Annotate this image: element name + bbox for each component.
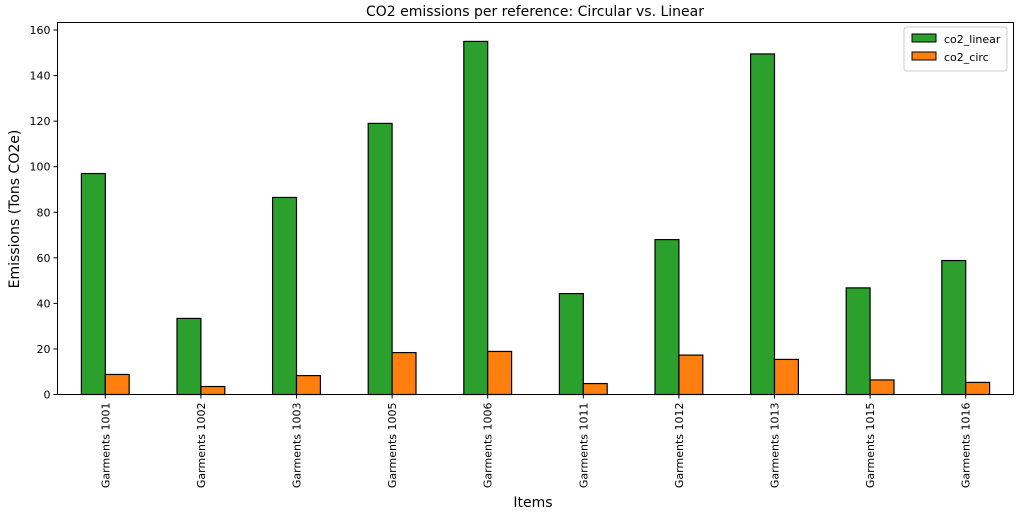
bar-co2_linear-2 xyxy=(272,196,298,396)
y-tick-label-1: 20 xyxy=(37,343,51,356)
bar-co2_circ-0 xyxy=(104,373,130,396)
chart-title: CO2 emissions per reference: Circular vs… xyxy=(366,4,704,20)
x-ticks-group: Garments 1001 Garments 1002 Garments 1003 G… xyxy=(99,394,973,489)
y-axis-label: Emissions (Tons CO2e) xyxy=(7,130,23,289)
x-tick-label-6: Garments 1012 xyxy=(673,403,686,489)
bar-co2_linear-6 xyxy=(654,238,680,396)
y-tick-label-2: 40 xyxy=(37,297,51,310)
bar-co2_linear-3 xyxy=(367,122,393,396)
x-tick-label-0: Garments 1001 xyxy=(99,403,112,489)
x-tick-label-3: Garments 1005 xyxy=(386,403,399,489)
legend-swatch-co2_linear xyxy=(911,33,937,43)
bar-co2_circ-3 xyxy=(391,351,417,396)
bar-co2_linear-4 xyxy=(463,40,489,396)
legend-label-co2_linear: co2_linear xyxy=(944,33,1001,46)
bars-group xyxy=(80,40,991,396)
x-tick-label-2: Garments 1003 xyxy=(291,403,304,489)
x-tick-label-8: Garments 1015 xyxy=(864,403,877,489)
y-tick-label-3: 60 xyxy=(37,252,51,265)
bar-co2_linear-8 xyxy=(845,287,871,396)
bar-co2_circ-8 xyxy=(869,379,895,396)
bar-co2_circ-9 xyxy=(965,381,991,396)
x-tick-label-5: Garments 1011 xyxy=(577,403,590,489)
bar-co2_linear-5 xyxy=(558,292,584,396)
bar-co2_circ-6 xyxy=(678,354,704,396)
y-tick-label-5: 100 xyxy=(30,161,51,174)
bar-co2_linear-7 xyxy=(749,53,776,396)
y-tick-label-0: 0 xyxy=(44,389,51,402)
y-ticks-group: 0 20 40 60 80 100 120 140 160 xyxy=(30,24,58,402)
x-tick-label-9: Garments 1016 xyxy=(960,403,973,489)
y-tick-label-8: 160 xyxy=(30,24,51,37)
bar-co2_linear-9 xyxy=(941,259,967,396)
x-tick-label-7: Garments 1013 xyxy=(769,403,782,489)
y-tick-label-6: 120 xyxy=(30,115,51,128)
y-tick-label-7: 140 xyxy=(30,70,51,83)
y-tick-label-4: 80 xyxy=(37,206,51,219)
legend: co2_linear co2_circ xyxy=(903,26,1008,72)
chart: CO2 emissions per reference: Circular vs… xyxy=(7,4,1014,511)
bar-co2_circ-4 xyxy=(487,350,513,396)
bar-co2_linear-0 xyxy=(80,172,106,396)
x-tick-label-4: Garments 1006 xyxy=(482,403,495,489)
bar-co2_circ-7 xyxy=(773,358,799,396)
bar-co2_linear-1 xyxy=(176,317,202,396)
legend-swatch-co2_circ xyxy=(911,51,937,61)
bar-co2_circ-1 xyxy=(200,385,226,396)
bar-co2_circ-5 xyxy=(582,382,608,396)
bar-co2_circ-2 xyxy=(295,374,321,396)
x-tick-label-1: Garments 1002 xyxy=(195,403,208,489)
legend-label-co2_circ: co2_circ xyxy=(944,51,989,64)
x-axis-label: Items xyxy=(513,495,552,511)
